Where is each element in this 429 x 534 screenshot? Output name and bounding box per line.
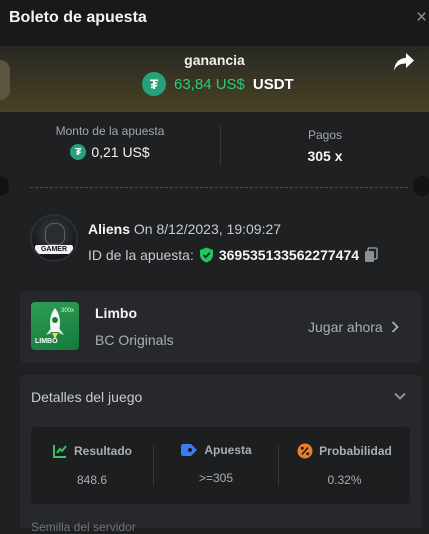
bet-id-row: ID de la apuesta: 369535133562277474	[88, 247, 378, 263]
bet-id-label: ID de la apuesta:	[88, 247, 194, 263]
player-name[interactable]: Aliens	[88, 221, 130, 237]
avatar-tag: GAMER	[35, 245, 73, 254]
bet-target-value: >=305	[198, 471, 234, 485]
game-details-title[interactable]: Detalles del juego	[31, 389, 142, 405]
thumb-text: LIMBO	[35, 338, 58, 345]
bet-stats: Monto de la apuesta ₮ 0,21 US$ Pagos 305…	[0, 112, 429, 176]
winnings-row: ₮ 63,84 US$ USDT	[142, 72, 294, 96]
game-title: Limbo	[95, 305, 137, 321]
close-icon[interactable]: ×	[416, 8, 427, 27]
share-icon[interactable]	[393, 52, 415, 72]
bet-header: Apuesta	[154, 443, 278, 457]
payout-value: 305 x	[307, 148, 343, 164]
game-provider: BC Originals	[95, 332, 174, 348]
payout-stat: Pagos 305 x	[221, 128, 429, 166]
game-thumbnail[interactable]: 300x LIMBO	[31, 302, 79, 350]
bet-id-value: 369535133562277474	[218, 247, 360, 263]
tether-coin-icon: ₮	[142, 72, 166, 96]
avatar[interactable]: GAMER	[30, 214, 78, 262]
ticket-notch-right	[413, 176, 429, 196]
bet-amount-stat: Monto de la apuesta ₮ 0,21 US$	[0, 124, 220, 160]
avatar-figure	[45, 223, 65, 245]
probability-column: Probabilidad 0.32%	[279, 443, 410, 487]
result-header: Resultado	[31, 443, 153, 459]
stat-divider	[220, 124, 221, 166]
dashed-divider	[30, 187, 408, 188]
chevron-down-icon[interactable]	[393, 389, 407, 403]
play-now-label: Jugar ahora	[308, 319, 383, 335]
probability-value: 0.32%	[327, 473, 362, 487]
winnings-label: ganancia	[184, 52, 245, 68]
play-now-link[interactable]: Jugar ahora	[308, 319, 399, 335]
title-bar: Boleto de apuesta ×	[0, 0, 429, 46]
bet-date: On 8/12/2023, 19:09:27	[133, 221, 282, 237]
probability-label: Probabilidad	[319, 444, 392, 458]
verified-shield-icon	[199, 247, 213, 263]
thumb-badge: 300x	[61, 308, 75, 314]
bet-amount-label: Monto de la apuesta	[55, 124, 165, 138]
winnings-currency: USDT	[252, 75, 294, 93]
bet-label: Apuesta	[204, 443, 252, 457]
winnings-banner: ganancia ₮ 63,84 US$ USDT	[0, 46, 429, 112]
result-column: Resultado 848.6	[31, 443, 153, 487]
player-line: Aliens On 8/12/2023, 19:09:27	[88, 221, 281, 237]
result-label: Resultado	[73, 444, 132, 458]
result-value: 848.6	[76, 473, 108, 487]
percent-icon	[297, 443, 313, 459]
result-chart-icon	[52, 445, 67, 458]
tether-coin-icon: ₮	[70, 144, 87, 160]
copy-icon[interactable]	[364, 247, 378, 263]
bet-tag-icon	[181, 444, 198, 456]
next-section-peek: Semilla del servidor	[31, 520, 136, 534]
payout-label: Pagos	[307, 128, 343, 142]
page-title: Boleto de apuesta	[9, 9, 147, 26]
ticket-notch-left	[0, 176, 9, 196]
winnings-amount: 63,84 US$	[174, 75, 245, 93]
probability-header: Probabilidad	[279, 443, 410, 459]
bet-amount-value: 0,21 US$	[91, 144, 150, 160]
bet-column: Apuesta >=305	[154, 443, 278, 485]
chevron-right-icon	[391, 321, 399, 333]
bet-amount-value-row: ₮ 0,21 US$	[70, 144, 150, 160]
